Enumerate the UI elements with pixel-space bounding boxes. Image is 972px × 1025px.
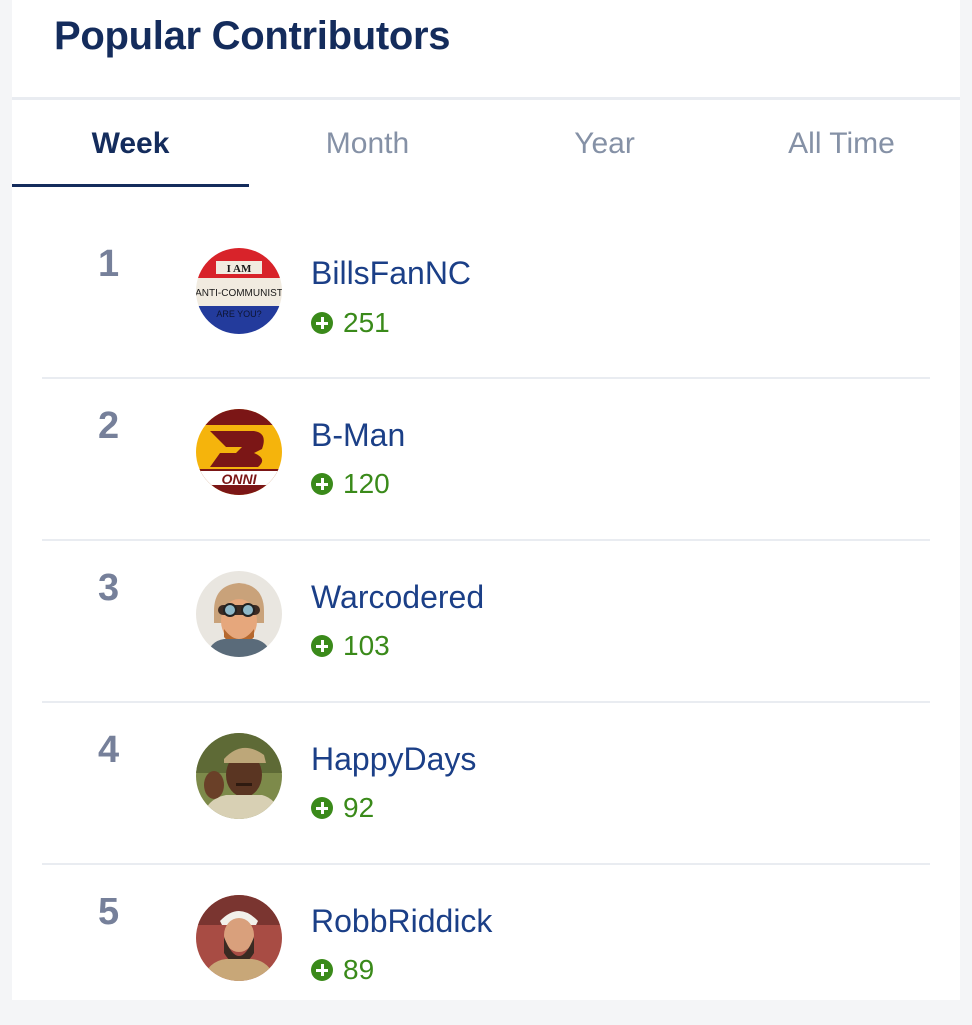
rank-number: 3 (98, 567, 120, 609)
reputation-points: 251 (343, 307, 390, 338)
contributor-name-link[interactable]: RobbRiddick (311, 903, 492, 940)
widget-header: Popular Contributors (12, 0, 960, 100)
svg-text:ARE YOU?: ARE YOU? (216, 309, 261, 319)
plus-circle-icon (311, 473, 333, 495)
contributor-row: 4 HappyDays 92 (42, 703, 930, 865)
svg-text:I AM: I AM (227, 263, 252, 275)
period-tabs: Week Month Year All Time (12, 100, 960, 187)
contributor-name-link[interactable]: BillsFanNC (311, 255, 471, 292)
redskins-logo-avatar[interactable]: ONNI (196, 409, 282, 495)
bearded-man-avatar[interactable] (196, 895, 282, 981)
rank-number: 4 (98, 729, 120, 771)
plus-circle-icon (311, 312, 333, 334)
rank-number: 1 (98, 243, 120, 285)
contributors-list: 1 I AM ANTI-COMMUNIST ARE YOU? BillsFanN… (12, 187, 960, 1025)
rank-number: 2 (98, 405, 120, 447)
popular-contributors-widget: Popular Contributors Week Month Year All… (12, 0, 960, 1000)
reputation-points: 89 (343, 954, 375, 985)
reputation-score: 89 (311, 954, 374, 986)
aviator-cartoon-avatar[interactable] (196, 571, 282, 657)
svg-text:ONNI: ONNI (222, 471, 258, 487)
plus-circle-icon (311, 635, 333, 657)
contributor-name-link[interactable]: HappyDays (311, 741, 476, 778)
reputation-score: 120 (311, 468, 390, 500)
contributor-row: 2 ONNI B-Man 120 (42, 379, 930, 541)
contributor-row: 5 RobbRiddick 89 (42, 865, 930, 1025)
plus-circle-icon (311, 959, 333, 981)
tab-week[interactable]: Week (12, 100, 249, 187)
reputation-points: 92 (343, 792, 375, 823)
contributor-row: 3 Warcodered 103 (42, 541, 930, 703)
contributor-name-link[interactable]: Warcodered (311, 579, 484, 616)
plus-circle-icon (311, 797, 333, 819)
contributor-name-link[interactable]: B-Man (311, 417, 405, 454)
svg-text:ANTI-COMMUNIST: ANTI-COMMUNIST (196, 288, 282, 299)
reputation-score: 103 (311, 630, 390, 662)
reputation-points: 120 (343, 468, 390, 499)
anti-communist-button-avatar[interactable]: I AM ANTI-COMMUNIST ARE YOU? (196, 248, 282, 334)
tab-all-time[interactable]: All Time (723, 100, 960, 187)
widget-title: Popular Contributors (54, 14, 451, 58)
tab-year[interactable]: Year (486, 100, 723, 187)
man-in-cap-avatar[interactable] (196, 733, 282, 819)
reputation-score: 92 (311, 792, 374, 824)
reputation-points: 103 (343, 630, 390, 661)
rank-number: 5 (98, 891, 120, 933)
contributor-row: 1 I AM ANTI-COMMUNIST ARE YOU? BillsFanN… (42, 187, 930, 379)
tab-month[interactable]: Month (249, 100, 486, 187)
reputation-score: 251 (311, 307, 390, 339)
